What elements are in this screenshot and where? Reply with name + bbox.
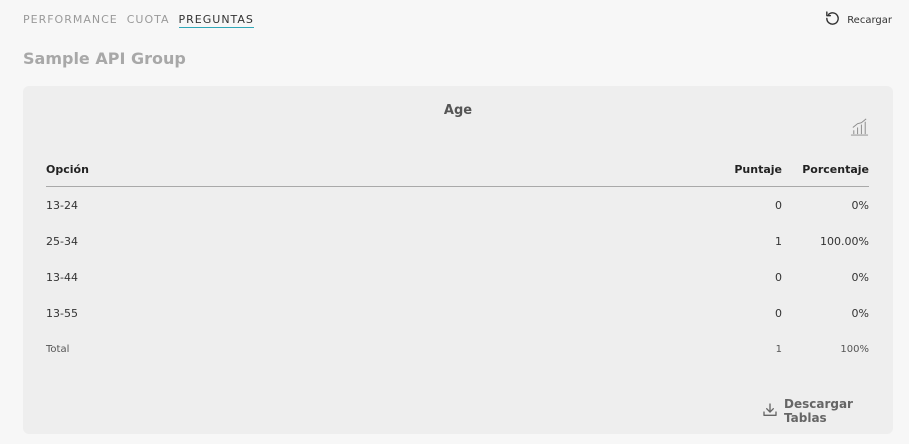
question-title: Age <box>443 103 473 118</box>
table-row: 13-44 0 0% <box>46 259 869 295</box>
row-score: 0 <box>775 270 782 284</box>
results-table: Opción Puntaje Porcentaje 13-24 0 0% 25-… <box>46 153 869 367</box>
header-percent: Porcentaje <box>782 153 869 187</box>
total-percent: 100% <box>840 343 869 355</box>
tab-bar: PERFORMANCE CUOTA PREGUNTAS <box>23 13 254 28</box>
download-tables-button[interactable]: Descargar Tablas <box>762 397 893 425</box>
total-score: 1 <box>775 343 782 355</box>
page-title: Sample API Group <box>23 49 186 68</box>
tab-performance[interactable]: PERFORMANCE <box>23 13 118 28</box>
row-score: 0 <box>775 306 782 320</box>
reload-icon <box>824 10 841 30</box>
row-percent: 0% <box>851 198 869 212</box>
table-header-row: Opción Puntaje Porcentaje <box>46 153 869 187</box>
reload-button[interactable]: Recargar <box>824 10 892 30</box>
download-icon <box>762 402 778 421</box>
tab-cuota[interactable]: CUOTA <box>127 13 170 28</box>
row-score: 1 <box>775 234 782 248</box>
header-score: Puntaje <box>692 153 782 187</box>
row-score: 0 <box>775 198 782 212</box>
row-percent: 0% <box>851 306 869 320</box>
table-row: 13-55 0 0% <box>46 295 869 331</box>
table-row: 25-34 1 100.00% <box>46 223 869 259</box>
tab-preguntas[interactable]: PREGUNTAS <box>178 13 254 28</box>
table-row: 13-24 0 0% <box>46 187 869 224</box>
bar-chart-icon[interactable] <box>850 117 869 136</box>
row-percent: 0% <box>851 270 869 284</box>
row-option: 13-44 <box>46 270 78 284</box>
download-label: Descargar Tablas <box>784 397 853 425</box>
row-option: 25-34 <box>46 234 78 248</box>
row-option: 13-24 <box>46 198 78 212</box>
total-option: Total <box>46 343 70 355</box>
row-option: 13-55 <box>46 306 78 320</box>
header-option: Opción <box>46 153 692 187</box>
question-card: Age Opción Puntaje Porcentaje 13-24 0 0% <box>23 86 893 434</box>
table-total-row: Total 1 100% <box>46 331 869 367</box>
reload-label: Recargar <box>847 14 892 26</box>
row-percent: 100.00% <box>820 234 869 248</box>
